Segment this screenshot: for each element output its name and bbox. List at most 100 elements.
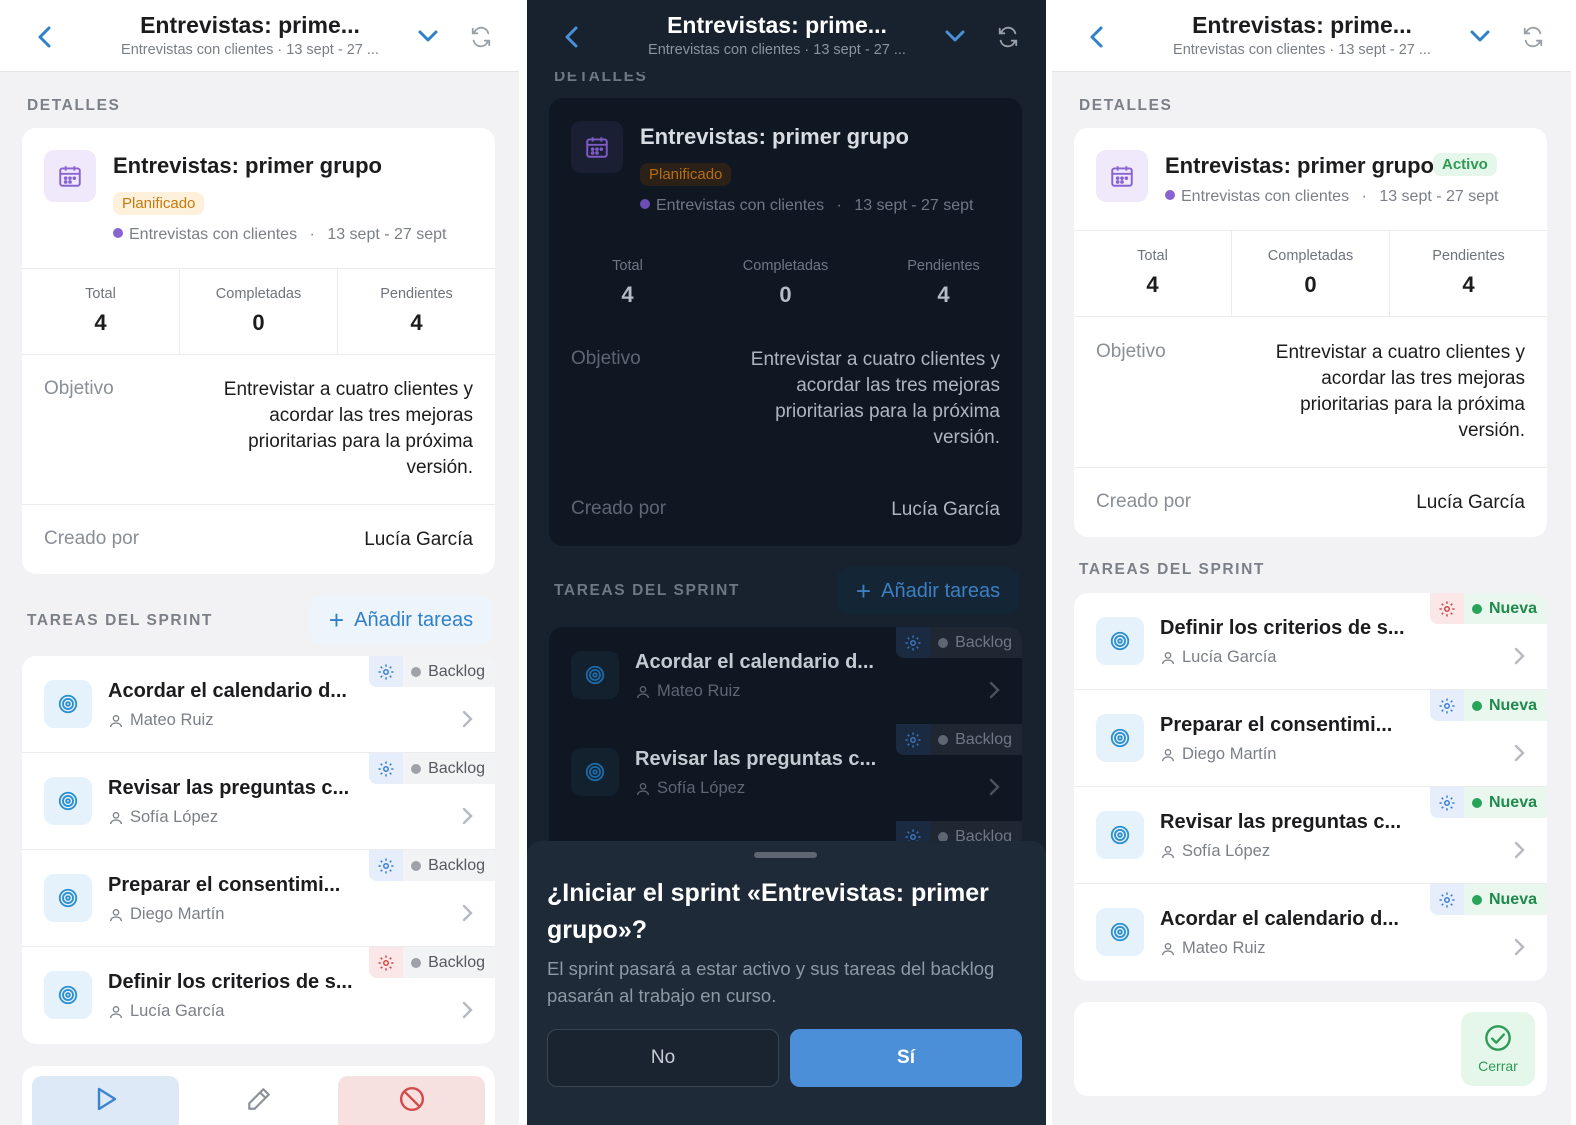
objective-value: Entrevistar a cuatro clientes y acordar … [750, 349, 1000, 448]
back-chevron-icon[interactable] [561, 24, 583, 50]
task-assignee: Lucía García [1160, 648, 1276, 667]
task-row[interactable]: Acordar el calendario d... Mateo Ruiz Nu… [1074, 884, 1547, 981]
task-row[interactable]: Acordar el calendario d... Mateo Ruiz Ba… [22, 656, 495, 753]
refresh-icon[interactable] [1522, 26, 1544, 48]
sprint-title: Entrevistas: primer grupo [1165, 153, 1434, 178]
screen-active: Entrevistas: prime... Entrevistas con cl… [1052, 0, 1571, 1125]
section-title-details: DETALLES [1079, 97, 1173, 114]
plus-icon: + [328, 605, 345, 635]
user-icon [1162, 942, 1174, 955]
no-button[interactable]: No [547, 1029, 779, 1087]
sprint-title: Entrevistas: primer grupo [640, 124, 909, 149]
check-circle-icon [1485, 1025, 1511, 1051]
task-assignee: Sofía López [108, 808, 218, 827]
task-assignee: Mateo Ruiz [108, 711, 213, 730]
task-assignee: Diego Martín [108, 905, 224, 924]
header-title: Entrevistas: prime... [667, 12, 887, 38]
sheet-grabber[interactable] [754, 852, 817, 858]
task-row[interactable]: Revisar las preguntas c... Sofía López N… [1074, 787, 1547, 884]
user-icon [1162, 748, 1174, 761]
action-bar: Cerrar [1074, 1002, 1547, 1096]
stat-total: Total 4 [612, 258, 643, 307]
stat-total: Total 4 [85, 286, 116, 335]
calendar-icon [1096, 150, 1148, 202]
chevron-right-icon [1514, 938, 1525, 956]
prohibited-icon [399, 1086, 424, 1112]
gear-icon [896, 724, 931, 755]
sprint-details-card: Entrevistas: primer grupo Planificado En… [549, 98, 1022, 546]
gear-icon [896, 627, 931, 658]
objective-value: Entrevistar a cuatro clientes y acordar … [1275, 342, 1525, 441]
task-row[interactable]: Preparar el consentimi... Diego Martín B… [22, 850, 495, 947]
target-icon [44, 777, 92, 825]
task-row[interactable]: Revisar las preguntas c... Sofía López B… [22, 753, 495, 850]
screen-start-confirmation: DETALLES Entrevistas: primer grupo Plani… [527, 0, 1046, 1125]
gear-icon [1429, 593, 1464, 624]
sprint-meta: Entrevistas con clientes · 13 sept - 27 … [1165, 188, 1499, 206]
target-icon [1096, 617, 1144, 665]
start-sprint-button[interactable] [32, 1076, 179, 1125]
sprint-details-card: Entrevistas: primer grupo Activo Entrevi… [1074, 128, 1547, 537]
task-row[interactable]: Definir los criterios de s... Lucía Garc… [22, 947, 495, 1044]
task-name: Revisar las preguntas c... [108, 777, 350, 799]
objective-label: Objetivo [571, 348, 641, 369]
task-assignee: Sofía López [635, 779, 745, 798]
gear-icon [369, 656, 404, 687]
status-badge: Planificado [113, 192, 205, 215]
user-icon [1162, 845, 1174, 858]
target-icon [1096, 908, 1144, 956]
play-icon [97, 1087, 116, 1111]
add-tasks-button[interactable]: + Añadir tareas [310, 596, 492, 644]
task-status-tag: Nueva [1429, 884, 1547, 915]
sprint-meta: Entrevistas con clientes · 13 sept - 27 … [640, 197, 974, 215]
chevron-right-icon [462, 1001, 473, 1019]
task-row[interactable]: Revisar las preguntas c... Sofía López B… [549, 724, 1022, 821]
plus-icon: + [855, 576, 872, 606]
cancel-sprint-button[interactable] [338, 1076, 485, 1125]
task-status-tag: Nueva [1429, 593, 1547, 624]
yes-button[interactable]: Sí [790, 1029, 1022, 1087]
stat-completed: Completadas 0 [742, 258, 829, 307]
target-icon [1096, 714, 1144, 762]
target-icon [44, 971, 92, 1019]
created-by-label: Creado por [44, 528, 140, 549]
refresh-icon[interactable] [470, 26, 492, 48]
header-subtitle: Entrevistas con clientes · 13 sept - 27 … [121, 42, 379, 58]
status-badge: Planificado [640, 163, 732, 186]
chevron-down-icon[interactable] [418, 28, 438, 44]
created-by-value: Lucía García [364, 529, 473, 550]
stat-pending: Pendientes 4 [380, 286, 453, 335]
project-color-dot [113, 228, 123, 238]
refresh-icon[interactable] [997, 26, 1019, 48]
back-chevron-icon[interactable] [1086, 24, 1108, 50]
chevron-right-icon [462, 710, 473, 728]
task-row[interactable]: Acordar el calendario d... Mateo Ruiz Ba… [549, 627, 1022, 724]
task-row[interactable]: Preparar el consentimi... Diego Martín N… [1074, 690, 1547, 787]
chevron-down-icon[interactable] [1470, 28, 1490, 44]
task-status-tag: Backlog [369, 850, 495, 881]
target-icon [571, 748, 619, 796]
task-assignee: Mateo Ruiz [635, 682, 740, 701]
task-list: Definir los criterios de s... Lucía Garc… [1074, 593, 1547, 981]
close-sprint-button[interactable]: Cerrar [1461, 1012, 1535, 1086]
chevron-down-icon[interactable] [945, 28, 965, 44]
task-status-tag: Backlog [896, 724, 1022, 755]
task-name: Acordar el calendario d... [635, 651, 874, 673]
sheet-description: El sprint pasará a estar activo y sus ta… [547, 958, 995, 1006]
user-icon [637, 685, 649, 698]
task-status-tag: Backlog [369, 656, 495, 687]
stat-pending: Pendientes 4 [1432, 248, 1505, 297]
task-row[interactable]: Definir los criterios de s... Lucía Garc… [1074, 593, 1547, 690]
meta-separator: · [309, 226, 315, 243]
created-by-value: Lucía García [1416, 492, 1525, 513]
chevron-right-icon [1514, 744, 1525, 762]
edit-sprint-button[interactable] [185, 1076, 332, 1125]
task-name: Preparar el consentimi... [108, 874, 341, 896]
user-icon [110, 1005, 122, 1018]
add-tasks-button[interactable]: + Añadir tareas [837, 567, 1019, 615]
nav-header: Entrevistas: prime... Entrevistas con cl… [527, 0, 1046, 72]
user-icon [637, 782, 649, 795]
back-chevron-icon[interactable] [34, 24, 56, 50]
header-title: Entrevistas: prime... [1192, 12, 1412, 38]
section-title-tasks: TAREAS DEL SPRINT [554, 582, 740, 599]
